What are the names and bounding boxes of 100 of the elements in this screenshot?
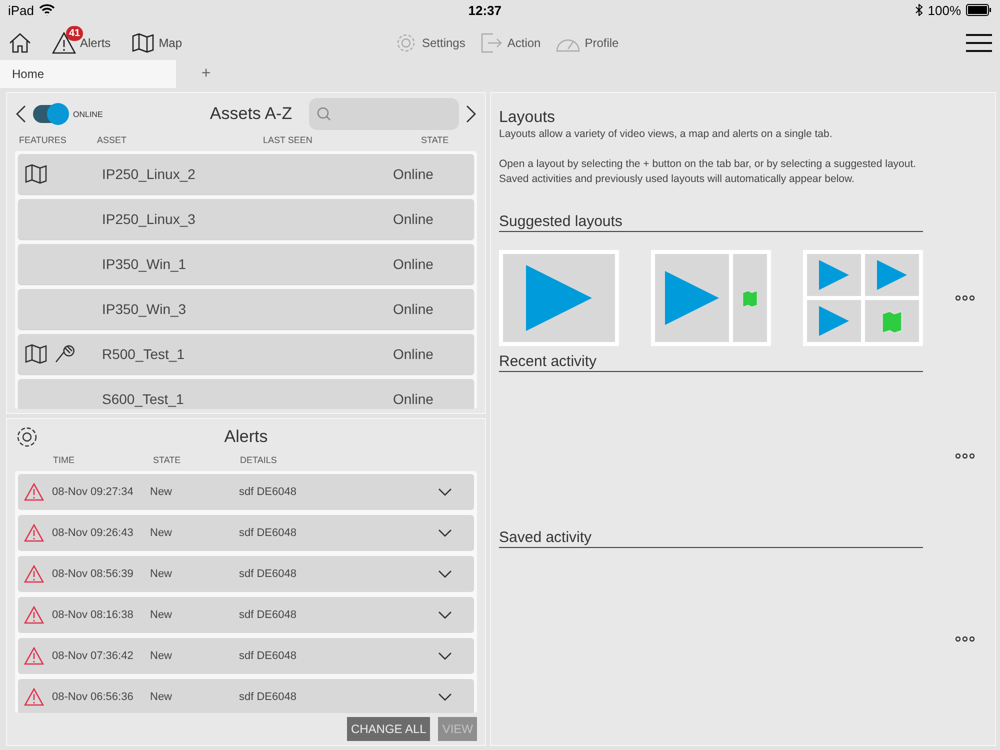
toolbar-button[interactable]: 41 Alerts [52,26,111,54]
column-header: DETAILS [240,455,278,465]
alert-state: New [150,527,174,539]
play-icon [526,264,592,330]
column-header: STATE [153,455,182,465]
expand-icon [438,610,452,620]
tab[interactable]: Home [0,60,176,88]
alert-row[interactable]: 08-Nov 08:56:39 New sdf DE6048 [18,556,474,592]
more-button[interactable] [955,452,975,458]
alert-row[interactable]: 08-Nov 08:16:38 New sdf DE6048 [18,597,474,633]
tab[interactable]: + [176,60,236,88]
alert-details: sdf DE6048 [239,650,298,662]
asset-state: Online [393,211,434,227]
asset-row[interactable]: IP250_Linux_2 Online [18,154,474,194]
alert-row[interactable]: 08-Nov 06:56:36 New sdf DE6048 [18,679,474,713]
expand-icon [438,488,452,496]
asset-name: IP350_Win_3 [102,301,188,317]
panel-title: Alerts [223,427,269,447]
wifi-icon [39,4,56,16]
asset-row[interactable]: R500_Test_1 Online [18,334,474,374]
play-icon [877,260,907,290]
alert-details: sdf DE6048 [239,609,298,621]
asset-state: Online [393,166,434,182]
map-icon [24,342,48,366]
alert-details: sdf DE6048 [239,691,298,703]
map-icon [741,288,759,306]
toggle-switch[interactable] [33,105,67,123]
alert-time: 08-Nov 07:36:42 [52,650,134,662]
home-icon [8,31,32,55]
notification-badge: 41 [66,26,84,41]
warning-icon [24,606,44,624]
expand-icon [438,652,452,660]
forward-icon[interactable] [465,105,477,123]
more-button[interactable] [955,636,975,642]
more-icon [955,294,975,300]
alert-button[interactable]: CHANGE ALL [346,717,430,741]
play-icon [819,306,849,336]
bluetooth-icon [914,4,923,16]
description-text: Open a layout by selecting the + button on the tab bar, or by selecting a suggested layout. [499,157,918,172]
alert-time: 08-Nov 09:26:43 [52,527,134,539]
map-icon [24,162,48,186]
expand-icon [438,528,452,538]
alert-time: 08-Nov 08:56:39 [52,568,134,580]
play-icon [665,270,719,324]
alert-state: New [150,609,174,621]
section-heading: Suggested layouts [499,213,923,232]
warning-icon [24,524,44,542]
alert-row[interactable]: 08-Nov 09:27:34 New sdf DE6048 [18,474,474,510]
asset-row[interactable]: IP350_Win_1 Online [18,244,474,284]
warning-icon [24,565,44,583]
asset-name: R500_Test_1 [102,346,186,362]
alert-time: 08-Nov 08:16:38 [52,609,134,621]
column-header: TIME [53,455,76,465]
more-icon [955,636,975,642]
alert-state: New [150,691,174,703]
settings-icon[interactable] [15,425,39,449]
toolbar-button[interactable]: Map [130,25,182,55]
alert-row[interactable]: 08-Nov 07:36:42 New sdf DE6048 [18,638,474,674]
description-text: Saved activities and previously used layouts will automatically appear below. [499,172,856,187]
asset-row[interactable]: IP350_Win_3 Online [18,289,474,329]
alert-details: sdf DE6048 [239,568,298,580]
toggle-label: ONLINE [73,110,104,118]
asset-row[interactable]: IP250_Linux_3 Online [18,199,474,239]
more-icon [955,452,975,458]
asset-state: Online [393,256,434,272]
alert-details: sdf DE6048 [239,527,298,539]
alert-state: New [150,650,174,662]
more-button[interactable] [955,294,975,300]
alert-row[interactable]: 08-Nov 09:26:43 New sdf DE6048 [18,515,474,551]
microphone-icon [54,342,76,364]
back-icon[interactable] [15,105,27,123]
play-icon [819,260,849,290]
layout-thumbnail[interactable] [651,250,771,346]
exit-icon [479,31,504,55]
description-text: Layouts allow a variety of video views, a map and alerts on a single tab. [499,127,834,142]
panel-title: Assets A-Z [208,104,294,124]
asset-state: Online [393,346,434,362]
asset-state: Online [393,391,434,407]
warning-icon [24,647,44,665]
column-header: ASSET [97,135,128,145]
column-header: LAST SEEN [263,135,314,145]
asset-name: IP250_Linux_3 [102,211,196,227]
device-name: iPad [8,2,34,18]
menu-icon [966,34,992,52]
battery-icon [966,4,992,16]
layout-thumbnail[interactable] [803,250,923,346]
expand-icon [438,692,452,702]
asset-name: S600_Test_1 [102,391,185,407]
column-header: STATE [421,135,450,145]
asset-state: Online [393,301,434,317]
warning-icon [24,483,44,501]
layout-thumbnail[interactable] [499,250,619,346]
clock: 12:37 [468,2,502,18]
asset-row[interactable]: S600_Test_1 Online [18,379,474,409]
alert-details: sdf DE6048 [239,486,298,498]
map-icon [130,31,155,55]
map-icon [880,308,904,332]
search-field[interactable] [309,98,459,130]
asset-name: IP250_Linux_2 [102,166,196,182]
section-heading: Recent activity [499,353,923,372]
